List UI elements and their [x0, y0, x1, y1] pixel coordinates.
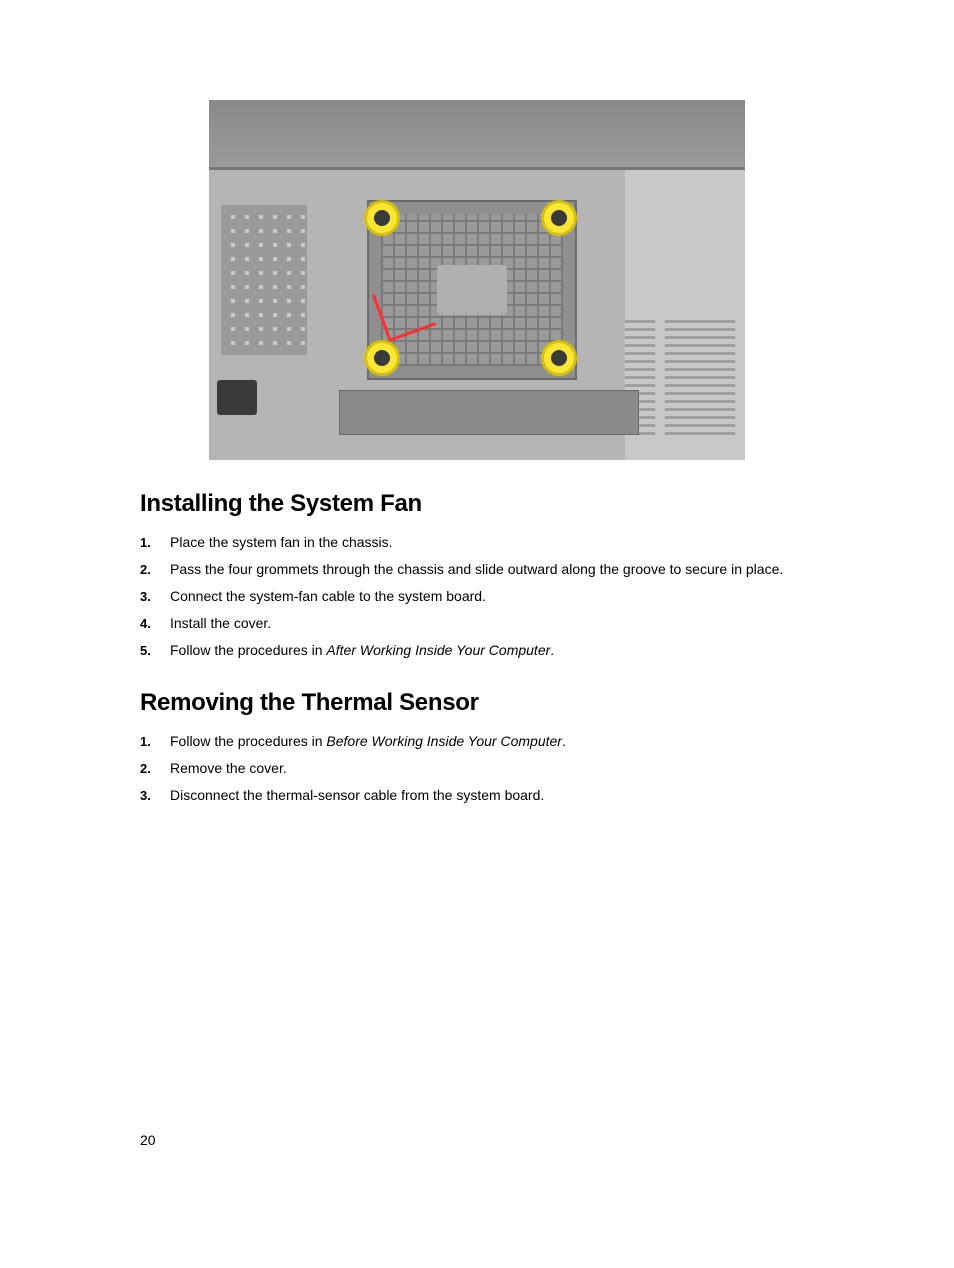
- step-text: Remove the cover.: [170, 758, 814, 779]
- step-text: Follow the procedures in Before Working …: [170, 731, 814, 752]
- step-item: 3. Disconnect the thermal-sensor cable f…: [140, 785, 814, 806]
- figure-fan-label: [437, 265, 507, 315]
- step-number: 1.: [140, 732, 170, 752]
- step-text: Place the system fan in the chassis.: [170, 532, 814, 553]
- step-text-post: .: [550, 642, 554, 658]
- figure-grommet-bottom-left: [364, 340, 400, 376]
- step-text-post: .: [562, 733, 566, 749]
- step-text: Follow the procedures in After Working I…: [170, 640, 814, 661]
- step-text: Pass the four grommets through the chass…: [170, 559, 814, 580]
- figure-grommet-top-right: [541, 200, 577, 236]
- step-number: 3.: [140, 587, 170, 607]
- step-text-italic: After Working Inside Your Computer: [326, 642, 550, 658]
- step-item: 1. Place the system fan in the chassis.: [140, 532, 814, 553]
- figure-chassis-top: [209, 100, 745, 170]
- step-text: Disconnect the thermal-sensor cable from…: [170, 785, 814, 806]
- step-item: 5. Follow the procedures in After Workin…: [140, 640, 814, 661]
- step-number: 2.: [140, 759, 170, 779]
- heading-removing-thermal-sensor: Removing the Thermal Sensor: [140, 689, 814, 717]
- step-number: 5.: [140, 641, 170, 661]
- step-number: 2.: [140, 560, 170, 580]
- steps-installing-system-fan: 1. Place the system fan in the chassis. …: [140, 532, 814, 661]
- step-item: 2. Pass the four grommets through the ch…: [140, 559, 814, 580]
- step-number: 4.: [140, 614, 170, 634]
- step-item: 4. Install the cover.: [140, 613, 814, 634]
- step-item: 2. Remove the cover.: [140, 758, 814, 779]
- step-item: 3. Connect the system-fan cable to the s…: [140, 586, 814, 607]
- heading-installing-system-fan: Installing the System Fan: [140, 490, 814, 518]
- figure-grommet-top-left: [364, 200, 400, 236]
- step-text-pre: Follow the procedures in: [170, 642, 326, 658]
- figure-io-panel: [339, 390, 639, 435]
- page-number: 20: [140, 1132, 156, 1148]
- figure-system-fan-chassis: [209, 100, 745, 460]
- step-text: Install the cover.: [170, 613, 814, 634]
- figure-side-vent: [665, 315, 735, 435]
- figure-grommet-bottom-right: [541, 340, 577, 376]
- step-text: Connect the system-fan cable to the syst…: [170, 586, 814, 607]
- figure-vent-grid: [221, 205, 307, 355]
- step-text-italic: Before Working Inside Your Computer: [326, 733, 562, 749]
- step-text-pre: Follow the procedures in: [170, 733, 326, 749]
- steps-removing-thermal-sensor: 1. Follow the procedures in Before Worki…: [140, 731, 814, 806]
- figure-psu-socket: [217, 380, 257, 415]
- step-number: 3.: [140, 786, 170, 806]
- step-item: 1. Follow the procedures in Before Worki…: [140, 731, 814, 752]
- step-number: 1.: [140, 533, 170, 553]
